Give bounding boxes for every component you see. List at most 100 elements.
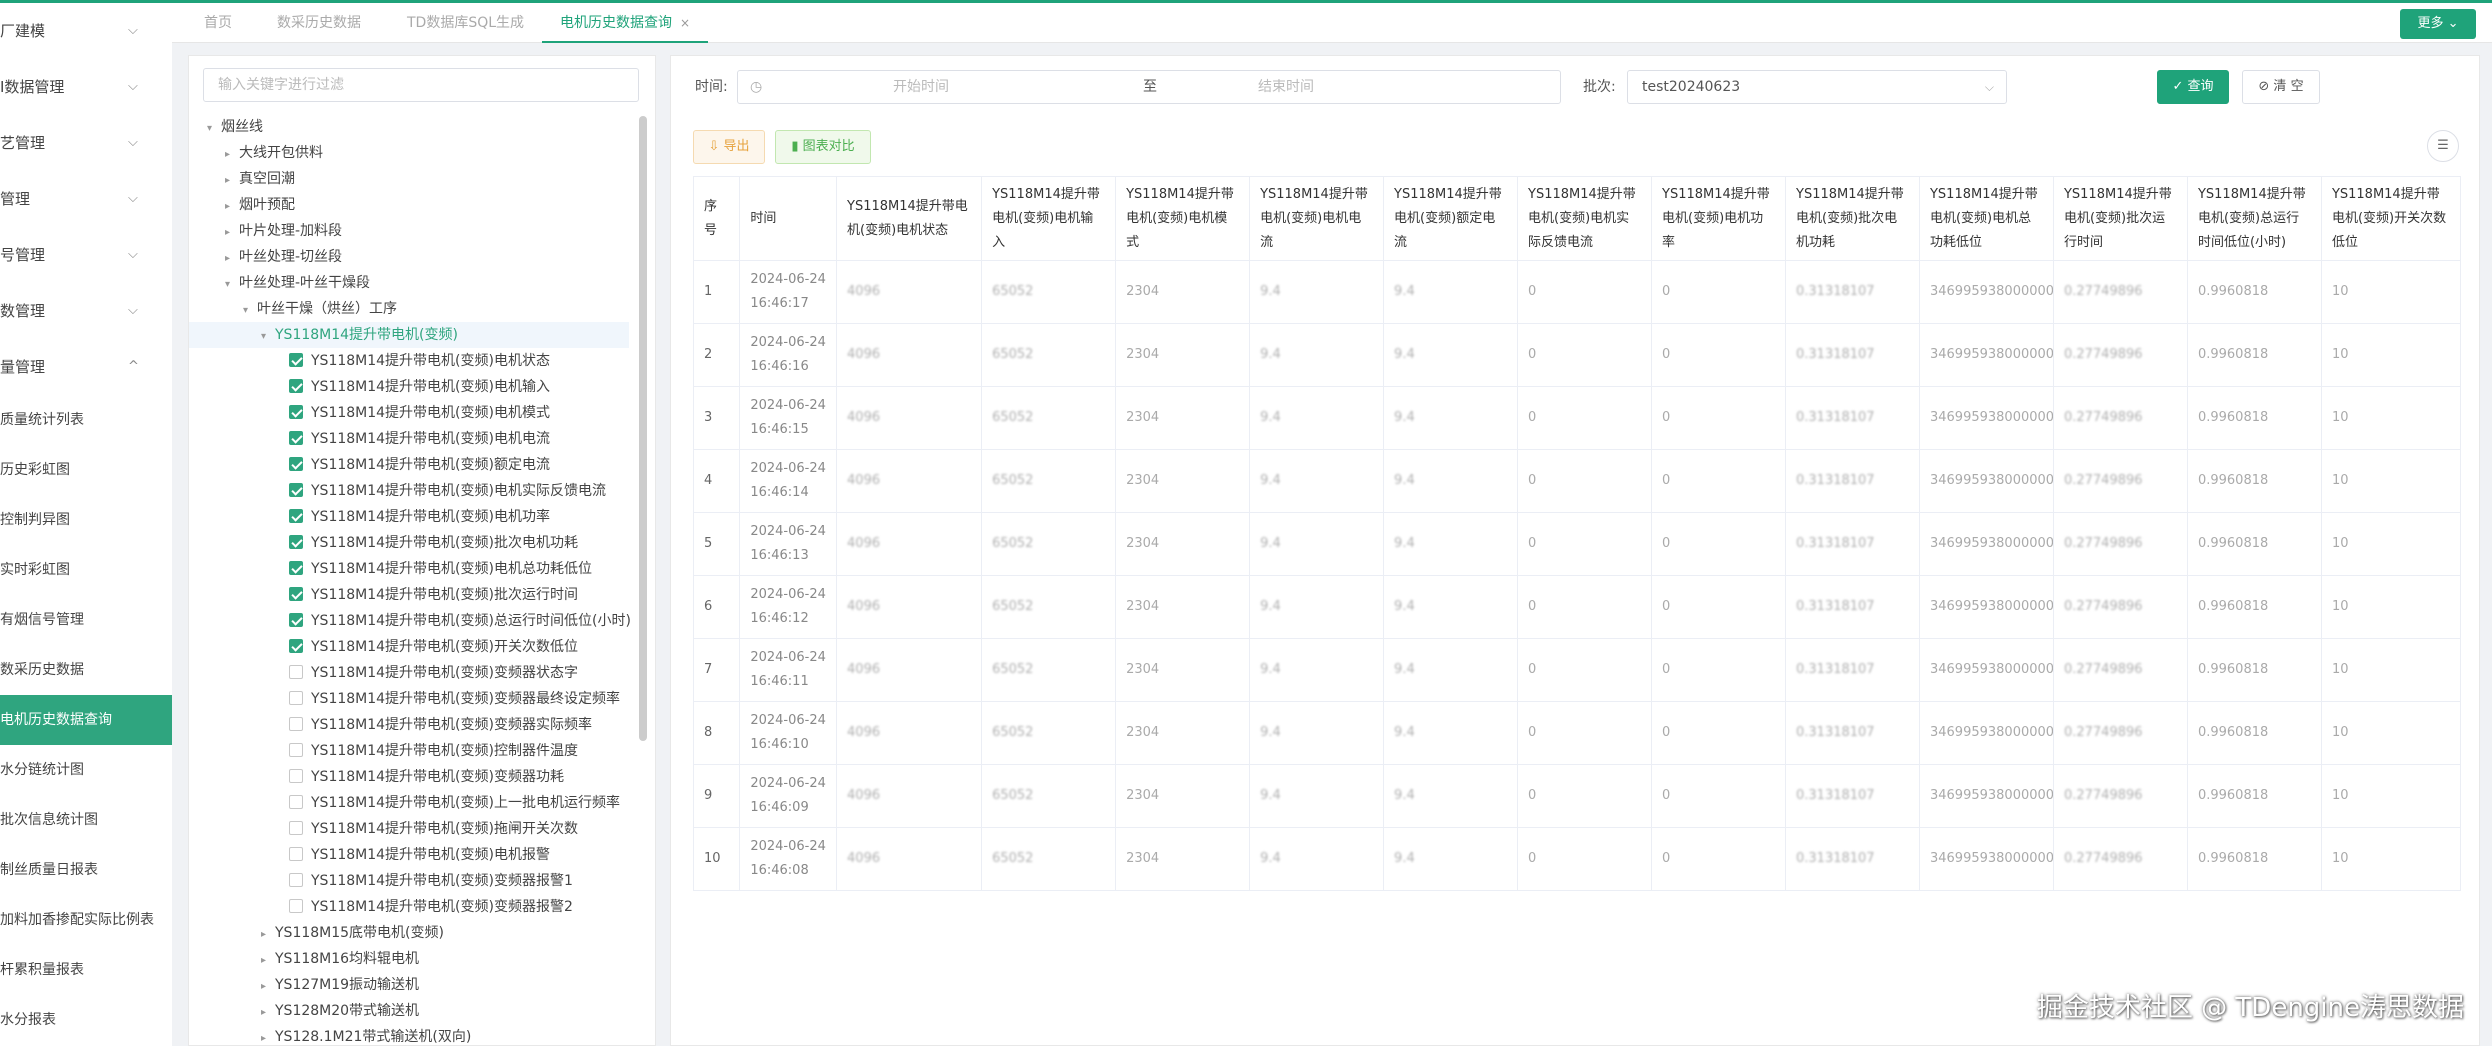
sidebar-menu-2[interactable]: 艺管理 ⌵: [0, 115, 172, 171]
tree-checkbox[interactable]: [289, 639, 303, 653]
tree-checkbox[interactable]: [289, 899, 303, 913]
tree-node-section[interactable]: ▸ 烟叶预配: [189, 192, 629, 218]
tree-arrow-icon[interactable]: ▾: [243, 298, 257, 324]
tree-leaf[interactable]: YS118M14提升带电机(变频)变频器报警1: [189, 868, 629, 894]
tree-scrollbar[interactable]: [639, 116, 647, 741]
tree-search-input[interactable]: 输入关键字进行过滤: [203, 68, 639, 102]
tree-leaf[interactable]: YS118M14提升带电机(变频)变频器最终设定频率: [189, 686, 629, 712]
tree-checkbox[interactable]: [289, 587, 303, 601]
table-row[interactable]: 7 2024-06-24 16:46:11 4096 65052 2304 9.4 9.4 0…: [692, 638, 2462, 702]
tree-leaf[interactable]: YS118M14提升带电机(变频)变频器报警2: [189, 894, 629, 920]
tree-node-section[interactable]: ▸ 叶丝处理-切丝段: [189, 244, 629, 270]
tree-checkbox[interactable]: [289, 353, 303, 367]
sidebar-subitem-9[interactable]: 制丝质量日报表: [0, 845, 172, 895]
table-row[interactable]: 4 2024-06-24 16:46:14 4096 65052 2304 9.4 9.4 0…: [692, 449, 2462, 513]
tree-checkbox[interactable]: [289, 821, 303, 835]
tree-checkbox[interactable]: [289, 561, 303, 575]
tree-node-motor[interactable]: ▾ YS118M14提升带电机(变频): [189, 322, 629, 348]
tree-arrow-icon[interactable]: ▸: [225, 168, 239, 194]
tree-leaf[interactable]: YS118M14提升带电机(变频)电机报警: [189, 842, 629, 868]
tree-leaf[interactable]: YS118M14提升带电机(变频)电机电流: [189, 426, 629, 452]
tree-checkbox[interactable]: [289, 847, 303, 861]
sidebar-subitem-6[interactable]: 电机历史数据查询: [0, 695, 172, 745]
tree-arrow-icon[interactable]: ▸: [261, 948, 275, 974]
tree-checkbox[interactable]: [289, 613, 303, 627]
tree-checkbox[interactable]: [289, 743, 303, 757]
tree-leaf[interactable]: YS118M14提升带电机(变频)电机状态: [189, 348, 629, 374]
tree-leaf[interactable]: YS118M14提升带电机(变频)电机模式: [189, 400, 629, 426]
tree-checkbox[interactable]: [289, 717, 303, 731]
tab-collection-history[interactable]: 数采历史数据: [277, 3, 361, 43]
tree-arrow-icon[interactable]: ▸: [225, 142, 239, 168]
column-settings-icon[interactable]: ☰: [2427, 130, 2459, 162]
export-button[interactable]: ⇩ 导出: [693, 130, 765, 164]
tree-arrow-icon[interactable]: ▸: [261, 1026, 275, 1045]
tab-home[interactable]: 首页: [204, 3, 232, 43]
tree-checkbox[interactable]: [289, 431, 303, 445]
end-time-input[interactable]: 结束时间: [1258, 71, 1314, 103]
sidebar-menu-4[interactable]: 号管理 ⌵: [0, 227, 172, 283]
tree-checkbox[interactable]: [289, 379, 303, 393]
tree-node-motor[interactable]: ▸ YS127M19振动输送机: [189, 972, 629, 998]
tree-node-section[interactable]: ▾ 叶丝处理-叶丝干燥段: [189, 270, 629, 296]
date-range-picker[interactable]: ◷ 开始时间 至 结束时间: [737, 70, 1561, 104]
table-row[interactable]: 9 2024-06-24 16:46:09 4096 65052 2304 9.4 9.4 0…: [692, 764, 2462, 828]
tree-arrow-icon[interactable]: ▸: [225, 246, 239, 272]
clear-button[interactable]: ⊘ 清 空: [2242, 70, 2320, 104]
tree-leaf[interactable]: YS118M14提升带电机(变频)批次电机功耗: [189, 530, 629, 556]
tree-node-motor[interactable]: ▸ YS118M16均料辊电机: [189, 946, 629, 972]
tree-leaf[interactable]: YS118M14提升带电机(变频)批次运行时间: [189, 582, 629, 608]
sidebar-menu-1[interactable]: I数据管理 ⌵: [0, 59, 172, 115]
chart-compare-button[interactable]: ▮ 图表对比: [775, 130, 871, 164]
sidebar-subitem-8[interactable]: 批次信息统计图: [0, 795, 172, 845]
sidebar-subitem-3[interactable]: 实时彩虹图: [0, 545, 172, 595]
table-row[interactable]: 2 2024-06-24 16:46:16 4096 65052 2304 9.4 9.4 0…: [692, 323, 2462, 387]
tree-arrow-icon[interactable]: ▾: [207, 116, 221, 142]
table-row[interactable]: 10 2024-06-24 16:46:08 4096 65052 2304 9.4 9.4…: [692, 827, 2462, 891]
tree-arrow-icon[interactable]: ▸: [261, 974, 275, 1000]
sidebar-subitem-0[interactable]: 质量统计列表: [0, 395, 172, 445]
tab-motor-history[interactable]: 电机历史数据查询 ×: [542, 3, 709, 43]
table-row[interactable]: 3 2024-06-24 16:46:15 4096 65052 2304 9.4 9.4 0…: [692, 386, 2462, 450]
table-row[interactable]: 5 2024-06-24 16:46:13 4096 65052 2304 9.4 9.4 0…: [692, 512, 2462, 576]
tree-leaf[interactable]: YS118M14提升带电机(变频)上一批电机运行频率: [189, 790, 629, 816]
tree-checkbox[interactable]: [289, 457, 303, 471]
sidebar-menu-0[interactable]: 厂建模 ⌵: [0, 3, 172, 59]
sidebar-subitem-10[interactable]: 加料加香掺配实际比例表: [0, 895, 172, 945]
tree-arrow-icon[interactable]: ▸: [261, 922, 275, 948]
sidebar-subitem-2[interactable]: 控制判异图: [0, 495, 172, 545]
tree-leaf[interactable]: YS118M14提升带电机(变频)电机输入: [189, 374, 629, 400]
tree-leaf[interactable]: YS118M14提升带电机(变频)总运行时间低位(小时): [189, 608, 631, 634]
sidebar-menu-5[interactable]: 数管理 ⌵: [0, 283, 172, 339]
tree-node-motor[interactable]: ▸ YS128M20带式输送机: [189, 998, 629, 1024]
table-row[interactable]: 1 2024-06-24 16:46:17 4096 65052 2304 9.4 9.4 0…: [692, 260, 2462, 324]
sidebar-subitem-7[interactable]: 水分链统计图: [0, 745, 172, 795]
tree-leaf[interactable]: YS118M14提升带电机(变频)开关次数低位: [189, 634, 629, 660]
tree-arrow-icon[interactable]: ▸: [225, 220, 239, 246]
tree-arrow-icon[interactable]: ▾: [261, 324, 275, 350]
sidebar-subitem-11[interactable]: 杆累积量报表: [0, 945, 172, 995]
tree-leaf[interactable]: YS118M14提升带电机(变频)拖闸开关次数: [189, 816, 629, 842]
tree-node-section[interactable]: ▸ 叶片处理-加料段: [189, 218, 629, 244]
tree-leaf[interactable]: YS118M14提升带电机(变频)额定电流: [189, 452, 629, 478]
tree-node-root[interactable]: ▾ 烟丝线: [189, 114, 629, 140]
table-row[interactable]: 8 2024-06-24 16:46:10 4096 65052 2304 9.4 9.4 0…: [692, 701, 2462, 765]
tree-leaf[interactable]: YS118M14提升带电机(变频)电机功率: [189, 504, 629, 530]
tree-leaf[interactable]: YS118M14提升带电机(变频)变频器状态字: [189, 660, 629, 686]
tree-node-motor[interactable]: ▸ YS118M15底带电机(变频): [189, 920, 629, 946]
sidebar-subitem-4[interactable]: 有烟信号管理: [0, 595, 172, 645]
tree-leaf[interactable]: YS118M14提升带电机(变频)控制器件温度: [189, 738, 629, 764]
more-button[interactable]: 更多 ⌄: [2400, 9, 2476, 39]
tree-node-section[interactable]: ▸ 大线开包供料: [189, 140, 629, 166]
tree-checkbox[interactable]: [289, 509, 303, 523]
tree-leaf[interactable]: YS118M14提升带电机(变频)电机总功耗低位: [189, 556, 629, 582]
sidebar-subitem-5[interactable]: 数采历史数据: [0, 645, 172, 695]
start-time-input[interactable]: 开始时间: [893, 71, 949, 103]
close-icon[interactable]: ×: [680, 16, 690, 30]
sidebar-subitem-1[interactable]: 历史彩虹图: [0, 445, 172, 495]
tree-arrow-icon[interactable]: ▸: [261, 1000, 275, 1026]
tree-checkbox[interactable]: [289, 483, 303, 497]
tree-checkbox[interactable]: [289, 691, 303, 705]
sidebar-menu-6[interactable]: 量管理 ^: [0, 339, 172, 395]
sidebar-menu-3[interactable]: 管理 ⌵: [0, 171, 172, 227]
